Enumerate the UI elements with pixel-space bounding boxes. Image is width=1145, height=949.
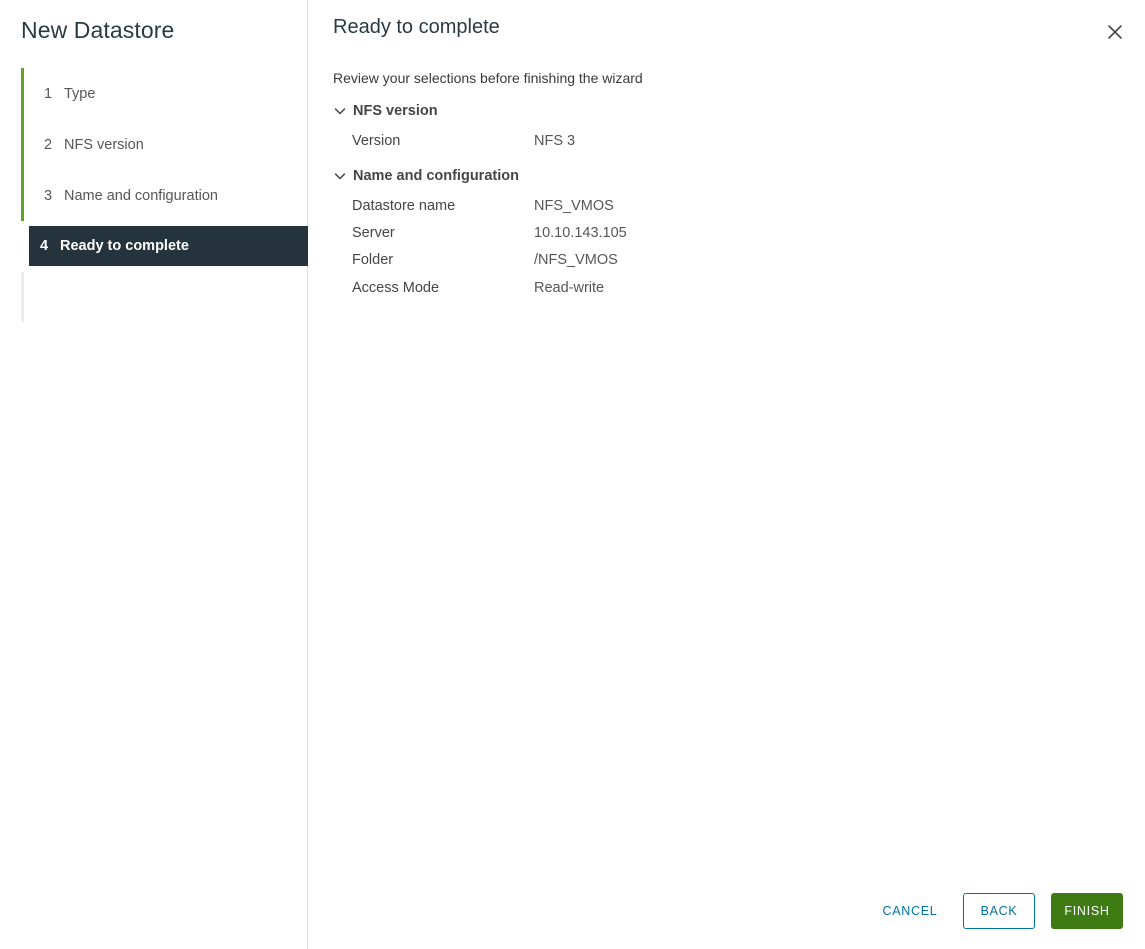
- finish-button[interactable]: FINISH: [1051, 893, 1123, 929]
- step-label: Type: [64, 85, 96, 102]
- summary-value: NFS 3: [534, 133, 576, 149]
- step-ready-to-complete[interactable]: 4 Ready to complete: [29, 226, 308, 266]
- section-title: Name and configuration: [353, 168, 519, 184]
- cancel-button[interactable]: CANCEL: [871, 893, 949, 929]
- step-number: 4: [40, 238, 49, 254]
- summary-value: /NFS_VMOS: [534, 252, 618, 268]
- step-label: Ready to complete: [60, 238, 189, 254]
- summary-key: Access Mode: [352, 280, 440, 296]
- summary-row: Folder /NFS_VMOS: [352, 252, 952, 268]
- chevron-down-icon: [334, 173, 346, 180]
- step-type[interactable]: 1 Type: [21, 68, 308, 119]
- step-number: 3: [44, 187, 53, 204]
- wizard-content: Ready to complete Review your selections…: [309, 0, 1145, 949]
- step-nfs-version[interactable]: 2 NFS version: [21, 119, 308, 170]
- back-button[interactable]: BACK: [963, 893, 1035, 929]
- step-number: 2: [44, 136, 53, 153]
- wizard-title: New Datastore: [21, 17, 175, 43]
- summary-row: Version NFS 3: [352, 133, 952, 149]
- summary-key: Folder: [352, 252, 394, 268]
- wizard-sidebar: New Datastore 1 Type 2 NFS version 3 Nam…: [0, 0, 308, 949]
- summary-value: Read-write: [534, 280, 605, 296]
- wizard-steps: 1 Type 2 NFS version 3 Name and configur…: [21, 68, 308, 322]
- summary-key: Version: [352, 133, 401, 149]
- section-header-nfs-version[interactable]: NFS version: [333, 103, 438, 119]
- summary-row: Server 10.10.143.105: [352, 225, 952, 241]
- summary-row: Access Mode Read-write: [352, 280, 952, 296]
- step-number: 1: [44, 85, 53, 102]
- summary-value: NFS_VMOS: [534, 198, 614, 214]
- step-progress-rail: [21, 272, 29, 322]
- summary-value: 10.10.143.105: [534, 225, 627, 241]
- intro-text: Review your selections before finishing …: [333, 70, 643, 86]
- summary-key: Server: [352, 225, 395, 241]
- chevron-down-icon: [334, 108, 346, 115]
- close-icon[interactable]: [1105, 22, 1125, 42]
- section-header-name-and-configuration[interactable]: Name and configuration: [333, 168, 519, 184]
- step-label: NFS version: [64, 136, 144, 153]
- step-label: Name and configuration: [64, 187, 218, 204]
- summary-key: Datastore name: [352, 198, 456, 214]
- page-title: Ready to complete: [333, 16, 500, 38]
- step-name-and-configuration[interactable]: 3 Name and configuration: [21, 170, 308, 221]
- summary-row: Datastore name NFS_VMOS: [352, 198, 952, 214]
- section-title: NFS version: [353, 103, 438, 119]
